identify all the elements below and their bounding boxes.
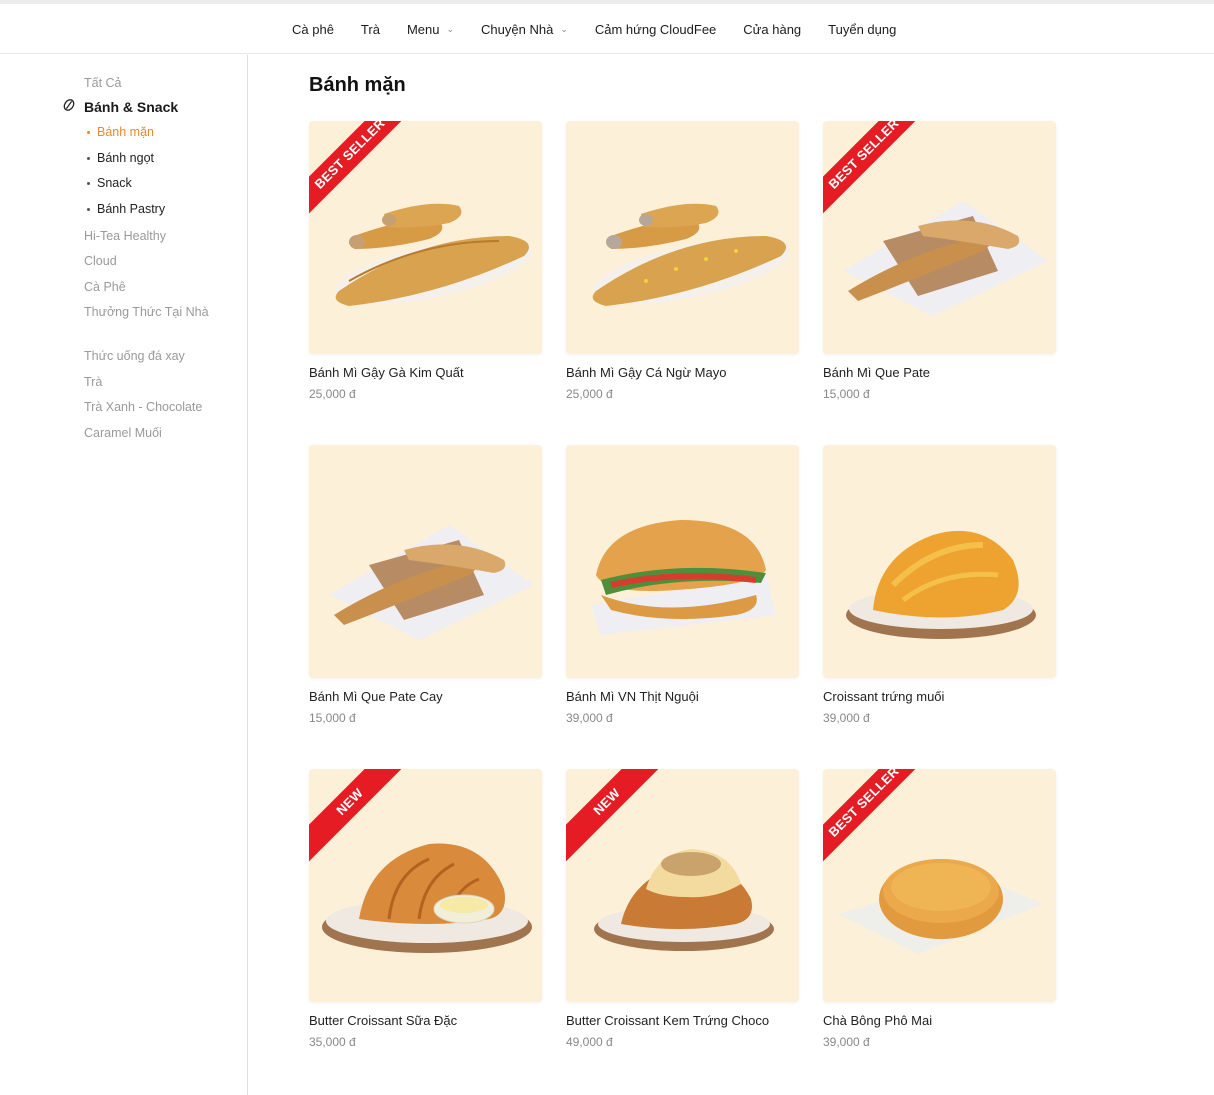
nav-label: Cà phê (292, 22, 334, 37)
product-image[interactable] (823, 445, 1056, 678)
sidebar-item-tra-xanh[interactable]: Trà Xanh - Chocolate (84, 398, 224, 416)
sidebar-subitem-label: Snack (97, 176, 132, 190)
product-name[interactable]: Bánh Mì Que Pate Cay (309, 689, 443, 704)
category-sidebar: Tất Cả Bánh & Snack Bánh mặn Bánh ngọt S… (0, 55, 248, 1095)
nav-item-tuyen-dung[interactable]: Tuyển dụng (828, 22, 896, 37)
nav-label: Tuyển dụng (828, 22, 897, 37)
nav-item-cua-hang[interactable]: Cửa hàng (743, 22, 801, 37)
nav-item-cam-hung[interactable]: Cảm hứng CloudFee (595, 22, 716, 37)
product-name[interactable]: Bánh Mì Gậy Cá Ngừ Mayo (566, 365, 726, 380)
product-name[interactable]: Bánh Mì Gậy Gà Kim Quất (309, 365, 464, 380)
product-price: 39,000 đ (566, 711, 613, 725)
product-image[interactable]: BEST SELLER (309, 121, 542, 354)
product-image[interactable]: NEW (309, 769, 542, 1002)
coffee-bean-icon (62, 98, 78, 115)
sidebar-subitem-snack[interactable]: Snack (87, 176, 132, 190)
chevron-down-icon: ⌄ (560, 24, 568, 34)
sidebar-group-label: Bánh & Snack (84, 98, 179, 115)
product-name[interactable]: Bánh Mì Que Pate (823, 365, 930, 380)
product-name[interactable]: Chà Bông Phô Mai (823, 1013, 932, 1028)
chevron-down-icon: ⌄ (446, 24, 455, 34)
page-title: Bánh mặn (309, 74, 406, 96)
sidebar-subitem-banh-ngot[interactable]: Bánh ngọt (87, 151, 154, 165)
nav-item-chuyen-nha[interactable]: Chuyện Nhà ⌄ (481, 22, 568, 37)
product-image[interactable]: BEST SELLER (823, 769, 1056, 1002)
sidebar-item-hi-tea[interactable]: Hi-Tea Healthy (84, 227, 224, 245)
main-navbar: Cà phê Trà Menu ⌄ Chuyện Nhà ⌄ Cảm hứng Cl… (0, 4, 1214, 54)
sidebar-subitem-label: Bánh ngọt (97, 151, 154, 165)
sidebar-group-banh-snack[interactable]: Bánh & Snack (62, 98, 178, 115)
sidebar-item-caramel[interactable]: Caramel Muối (84, 424, 224, 442)
bullet-icon (87, 207, 90, 211)
nav-list: Cà phê Trà Menu ⌄ Chuyện Nhà ⌄ Cảm hứng Cl… (292, 22, 923, 37)
product-image[interactable] (566, 445, 799, 678)
baguette-image (592, 203, 789, 306)
product-image[interactable]: BEST SELLER (823, 121, 1056, 354)
bullet-icon (87, 156, 90, 160)
product-price: 25,000 đ (309, 387, 356, 401)
product-price: 39,000 đ (823, 1035, 870, 1049)
product-price: 35,000 đ (309, 1035, 356, 1049)
sidebar-item-thuong-thuc[interactable]: Thưởng Thức Tại Nhà (84, 303, 224, 321)
product-name[interactable]: Croissant trứng muối (823, 689, 944, 704)
sidebar-subitem-label: Bánh mặn (97, 125, 154, 139)
sidebar-item-da-xay[interactable]: Thức uống đá xay (84, 347, 224, 365)
bullet-icon (87, 130, 90, 134)
nav-label: Trà (360, 22, 380, 37)
nav-item-tra[interactable]: Trà (361, 22, 380, 37)
sidebar-item-cloud[interactable]: Cloud (84, 252, 224, 270)
bullet-icon (87, 181, 90, 185)
croissant-image (846, 530, 1036, 639)
product-price: 25,000 đ (566, 387, 613, 401)
nav-label: Menu (406, 22, 440, 37)
product-image[interactable] (566, 121, 799, 354)
product-name[interactable]: Butter Croissant Sữa Đặc (309, 1013, 457, 1028)
product-price: 15,000 đ (823, 387, 870, 401)
wrapped-bread-image (329, 525, 534, 640)
nav-item-menu[interactable]: Menu ⌄ (407, 22, 454, 37)
nav-item-ca-phe[interactable]: Cà phê (292, 22, 334, 37)
banh-mi-image (591, 520, 776, 635)
sidebar-subitem-banh-pastry[interactable]: Bánh Pastry (87, 202, 165, 216)
sidebar-item-all[interactable]: Tất Cả (84, 74, 224, 92)
sidebar-item-tra[interactable]: Trà (84, 373, 224, 391)
sidebar-subitem-banh-man[interactable]: Bánh mặn (87, 125, 154, 139)
product-image[interactable] (309, 445, 542, 678)
product-price: 15,000 đ (309, 711, 356, 725)
nav-label: Chuyện Nhà (481, 22, 554, 37)
nav-label: Cảm hứng CloudFee (594, 22, 717, 37)
product-price: 49,000 đ (566, 1035, 613, 1049)
product-image[interactable]: NEW (566, 769, 799, 1002)
sidebar-subitem-label: Bánh Pastry (97, 202, 166, 216)
nav-label: Cửa hàng (743, 22, 802, 37)
product-price: 39,000 đ (823, 711, 870, 725)
product-name[interactable]: Bánh Mì VN Thịt Nguội (566, 689, 699, 704)
product-name[interactable]: Butter Croissant Kem Trứng Choco (566, 1013, 769, 1028)
sidebar-item-ca-phe[interactable]: Cà Phê (84, 278, 224, 296)
